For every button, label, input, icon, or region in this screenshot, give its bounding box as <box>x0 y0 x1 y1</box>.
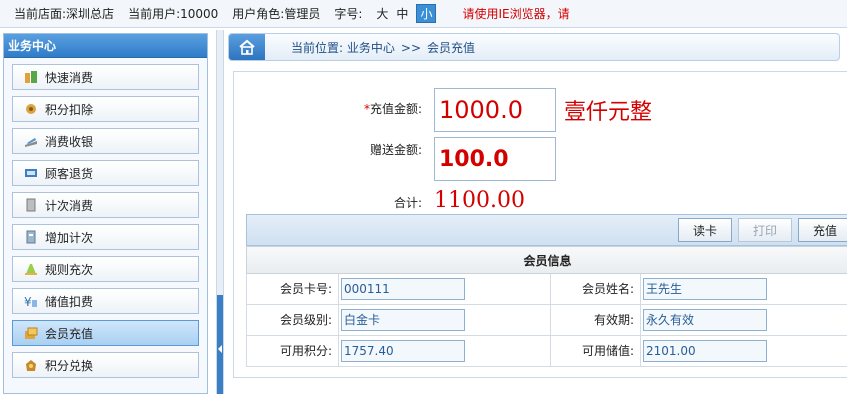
store-info: 当前店面:深圳总店 <box>14 5 114 22</box>
sidebar-item-label: 储值扣费 <box>45 294 94 309</box>
font-size-large[interactable]: 大 <box>376 5 388 22</box>
sidebar-item-label: 会员充值 <box>45 326 94 341</box>
total-label: 合计: <box>393 196 422 210</box>
bonus-amount-row: 赠送金额: 100.0 <box>234 137 556 181</box>
svg-text:¥: ¥ <box>24 295 32 308</box>
card-no-field[interactable]: 000111 <box>341 278 465 300</box>
sidebar-item-label: 积分兑换 <box>45 358 94 373</box>
sidebar-item-add-count[interactable]: 增加计次 <box>12 224 199 250</box>
sidebar-item-label: 顾客退货 <box>45 166 94 181</box>
recharge-amount-row: *充值金额: 1000.0 壹仟元整 <box>234 88 652 132</box>
recharge-amount-chinese: 壹仟元整 <box>564 100 653 125</box>
home-icon <box>239 39 255 55</box>
add-count-icon <box>23 229 39 245</box>
sidebar-item-label: 快速消费 <box>45 70 94 85</box>
browser-warning: 请使用IE浏览器，请 <box>462 7 570 21</box>
sidebar-item-count-consume[interactable]: 计次消费 <box>12 192 199 218</box>
breadcrumb-level2: 会员充值 <box>427 40 476 55</box>
recharge-amount-input[interactable]: 1000.0 <box>434 88 556 132</box>
sidebar-item-return[interactable]: 顾客退货 <box>12 160 199 186</box>
validity-field[interactable]: 永久有效 <box>643 309 767 331</box>
sidebar-item-label: 增加计次 <box>45 230 94 245</box>
sidebar-item-quick-consume[interactable]: 快速消费 <box>12 64 199 90</box>
validity-label: 有效期: <box>551 305 641 335</box>
bonus-amount-label: 赠送金额: <box>369 143 422 157</box>
font-size-small[interactable]: 小 <box>416 4 437 23</box>
role-info: 用户角色:管理员 <box>232 5 320 22</box>
quick-consume-icon <box>23 69 39 85</box>
recharge-button[interactable]: 充值 <box>797 218 847 242</box>
store-value: 深圳总店 <box>66 7 115 21</box>
table-row: 可用积分: 1757.40 可用储值: 2101.00 <box>246 336 847 367</box>
sidebar-item-rule-recharge[interactable]: 规则充次 <box>12 256 199 282</box>
count-consume-icon <box>23 197 39 213</box>
sidebar-item-label: 计次消费 <box>45 198 94 213</box>
sidebar-item-label: 消费收银 <box>45 134 94 149</box>
home-button[interactable] <box>229 34 265 60</box>
sidebar-item-member-recharge[interactable]: 会员充值 <box>12 320 199 346</box>
member-name-field[interactable]: 王先生 <box>643 278 767 300</box>
read-card-button[interactable]: 读卡 <box>677 218 732 242</box>
sidebar: 业务中心 快速消费 积分扣除 消费收银 顾客退货 计次消费 增加计次 规则充次 <box>3 33 208 394</box>
role-value: 管理员 <box>284 7 321 21</box>
sidebar-item-cashier[interactable]: 消费收银 <box>12 128 199 154</box>
top-status-bar: 当前店面:深圳总店 当前用户:10000 用户角色:管理员 字号: 大 中 小 … <box>0 0 847 28</box>
member-info-title: 会员信息 <box>246 246 847 274</box>
total-value: 1100.00 <box>434 188 525 213</box>
user-value: 10000 <box>180 7 219 21</box>
available-points-field[interactable]: 1757.40 <box>341 340 465 362</box>
action-toolbar: 读卡 打印 充值 <box>246 214 847 246</box>
role-label: 用户角色: <box>232 7 285 21</box>
table-row: 会员级别: 白金卡 有效期: 永久有效 <box>246 305 847 336</box>
sidebar-title: 业务中心 <box>4 34 207 58</box>
font-size-label: 字号: <box>334 7 363 21</box>
user-info: 当前用户:10000 <box>128 5 218 22</box>
total-row: 合计: 1100.00 <box>234 186 525 213</box>
points-exchange-icon <box>23 357 39 373</box>
bonus-amount-input[interactable]: 100.0 <box>434 137 556 181</box>
sidebar-item-stored-value[interactable]: ¥ 储值扣费 <box>12 288 199 314</box>
breadcrumb: 当前位置: 业务中心 >> 会员充值 <box>228 33 840 61</box>
store-label: 当前店面: <box>14 7 67 21</box>
member-recharge-icon <box>23 325 39 341</box>
sidebar-menu: 快速消费 积分扣除 消费收银 顾客退货 计次消费 增加计次 规则充次 ¥ 储值扣 <box>4 58 207 378</box>
sidebar-item-label: 规则充次 <box>45 262 94 277</box>
recharge-amount-label: *充值金额: <box>363 102 422 116</box>
table-row: 会员卡号: 000111 会员姓名: 王先生 <box>246 274 847 305</box>
print-button[interactable]: 打印 <box>737 218 792 242</box>
sidebar-item-points-exchange[interactable]: 积分兑换 <box>12 352 199 378</box>
available-stored-label: 可用储值: <box>551 336 641 366</box>
breadcrumb-text: 当前位置: 业务中心 >> 会员充值 <box>291 39 475 56</box>
recharge-panel: *充值金额: 1000.0 壹仟元整 赠送金额: 100.0 合计: 1100.… <box>233 71 847 378</box>
member-name-label: 会员姓名: <box>551 274 641 304</box>
points-deduct-icon <box>23 101 39 117</box>
available-stored-field[interactable]: 2101.00 <box>643 340 767 362</box>
rule-recharge-icon <box>23 261 39 277</box>
user-label: 当前用户: <box>128 7 181 21</box>
member-level-label: 会员级别: <box>247 305 339 335</box>
breadcrumb-prefix: 当前位置: <box>291 40 344 55</box>
breadcrumb-level1[interactable]: 业务中心 <box>347 41 395 55</box>
panel-splitter[interactable] <box>216 30 224 394</box>
sidebar-item-label: 积分扣除 <box>45 102 94 117</box>
cashier-icon <box>23 133 39 149</box>
collapse-sidebar-handle[interactable] <box>217 295 223 394</box>
return-icon <box>23 165 39 181</box>
available-points-label: 可用积分: <box>247 336 339 366</box>
member-info-table: 会员信息 会员卡号: 000111 会员姓名: 王先生 会员级别: 白金卡 有效… <box>246 246 847 367</box>
breadcrumb-separator: >> <box>400 40 421 55</box>
member-level-field[interactable]: 白金卡 <box>341 309 465 331</box>
sidebar-item-points-deduct[interactable]: 积分扣除 <box>12 96 199 122</box>
font-size-medium[interactable]: 中 <box>396 5 408 22</box>
card-no-label: 会员卡号: <box>247 274 339 304</box>
stored-value-icon: ¥ <box>23 293 39 309</box>
